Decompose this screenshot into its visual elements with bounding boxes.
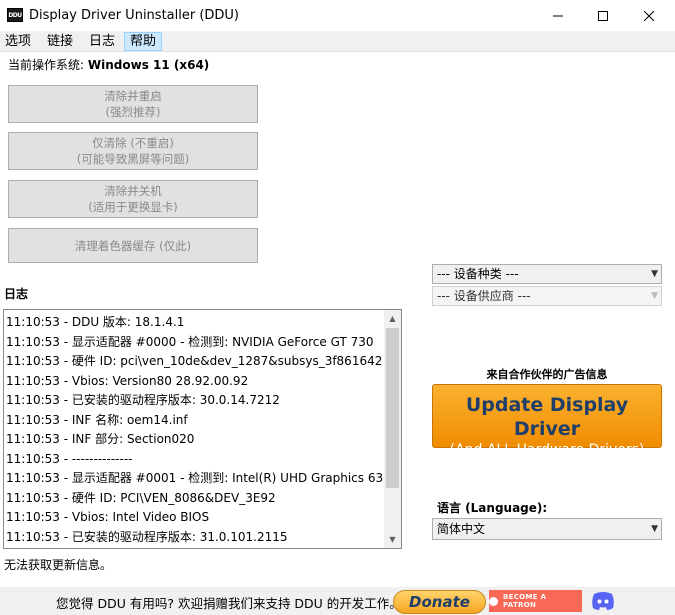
log-line: 11:10:53 - 已安装的驱动程序版本: 31.0.101.2115 bbox=[6, 529, 288, 544]
log-lines: 11:10:53 - DDU 版本: 18.1.4.1 11:10:53 - 显… bbox=[6, 313, 391, 547]
log-line: 11:10:53 - 硬件 ID: PCI\VEN_8086&DEV_3E92 bbox=[6, 490, 276, 505]
ad-label: 来自合作伙伴的广告信息 bbox=[486, 368, 608, 381]
patreon-icon bbox=[489, 596, 498, 606]
log-listbox[interactable]: 11:10:53 - DDU 版本: 18.1.4.1 11:10:53 - 显… bbox=[3, 309, 402, 549]
status-text: 无法获取更新信息。 bbox=[4, 558, 113, 572]
ad-sub-text: (And ALL Hardware Drivers) bbox=[449, 442, 645, 458]
log-line: 11:10:53 - 显示适配器 #0000 - 检测到: NVIDIA GeF… bbox=[6, 334, 374, 349]
device-type-value: --- 设备种类 --- bbox=[437, 267, 519, 281]
close-icon bbox=[644, 10, 654, 21]
chevron-down-icon: ▼ bbox=[651, 269, 658, 279]
footer-bar: 您觉得 DDU 有用吗? 欢迎捐赠我们来支持 DDU 的开发工作。 Donate… bbox=[0, 587, 675, 615]
ddu-app-icon: DDU bbox=[7, 8, 23, 22]
log-line: 11:10:53 - 已安装的驱动程序版本: 30.0.14.7212 bbox=[6, 393, 280, 407]
log-line: 11:10:53 - INF 部分: Section020 bbox=[6, 432, 195, 446]
become-patron-button[interactable]: BECOME A PATRON bbox=[489, 590, 582, 612]
donate-message: 您觉得 DDU 有用吗? 欢迎捐赠我们来支持 DDU 的开发工作。 bbox=[56, 596, 402, 611]
chevron-down-icon: ▼ bbox=[651, 524, 658, 534]
donate-button[interactable]: Donate bbox=[393, 590, 486, 614]
maximize-icon bbox=[598, 10, 608, 21]
menu-log[interactable]: 日志 bbox=[84, 32, 120, 51]
scroll-down-icon[interactable]: ▼ bbox=[384, 531, 401, 548]
scroll-thumb[interactable] bbox=[386, 328, 399, 488]
log-scrollbar[interactable]: ▲ ▼ bbox=[384, 310, 401, 548]
menu-options[interactable]: 选项 bbox=[0, 32, 36, 51]
language-value: 简体中文 bbox=[437, 522, 486, 536]
title-bar: DDU Display Driver Uninstaller (DDU) bbox=[0, 0, 675, 31]
button-label: 清除并重启 bbox=[104, 89, 162, 103]
scroll-up-icon[interactable]: ▲ bbox=[384, 310, 401, 327]
window-title: Display Driver Uninstaller (DDU) bbox=[29, 8, 240, 23]
discord-icon[interactable] bbox=[590, 589, 616, 613]
patron-label: BECOME A PATRON bbox=[502, 593, 547, 609]
clean-shader-cache-button[interactable]: 清理着色器缓存 (仅此) bbox=[8, 228, 258, 263]
maximize-button[interactable] bbox=[580, 0, 626, 31]
menu-links[interactable]: 链接 bbox=[42, 32, 78, 51]
button-sublabel: (适用于更换显卡) bbox=[88, 200, 178, 214]
button-sublabel: (可能导致黑屏等问题) bbox=[76, 152, 190, 166]
ad-main-text: Update Display Driver bbox=[465, 394, 629, 440]
minimize-icon bbox=[553, 15, 563, 16]
chevron-down-icon: ▼ bbox=[651, 291, 658, 301]
device-type-select[interactable]: --- 设备种类 --- ▼ bbox=[432, 264, 662, 284]
device-vendor-value: --- 设备供应商 --- bbox=[437, 289, 531, 303]
button-label: 仅清除 (不重启) bbox=[92, 136, 174, 150]
button-label: 清理着色器缓存 (仅此) bbox=[74, 238, 192, 253]
clean-no-restart-button[interactable]: 仅清除 (不重启) (可能导致黑屏等问题) bbox=[8, 132, 258, 170]
clean-and-shutdown-button[interactable]: 清除并关机 (适用于更换显卡) bbox=[8, 180, 258, 218]
os-info: 当前操作系统: Windows 11 (x64) bbox=[8, 56, 209, 73]
language-select[interactable]: 简体中文 ▼ bbox=[432, 518, 662, 540]
clean-and-restart-button[interactable]: 清除并重启 (强烈推荐) bbox=[8, 85, 258, 123]
close-button[interactable] bbox=[626, 0, 672, 31]
os-value: Windows 11 (x64) bbox=[87, 58, 210, 72]
button-sublabel: (强烈推荐) bbox=[105, 105, 161, 119]
minimize-button[interactable] bbox=[535, 0, 581, 31]
language-label: 语言 (Language): bbox=[437, 501, 548, 515]
log-title: 日志 bbox=[4, 287, 29, 301]
menu-help[interactable]: 帮助 bbox=[124, 32, 163, 51]
log-line: 11:10:53 - Vbios: Intel Video BIOS bbox=[6, 510, 210, 524]
log-line: 11:10:53 - -------------- bbox=[6, 451, 133, 466]
os-label: 当前操作系统: bbox=[8, 58, 85, 72]
log-line: 11:10:53 - 显示适配器 #0001 - 检测到: Intel(R) U… bbox=[6, 471, 391, 485]
device-vendor-select: --- 设备供应商 --- ▼ bbox=[432, 286, 662, 306]
log-line: 11:10:53 - Vbios: Version80 28.92.00.92 bbox=[6, 373, 249, 388]
menu-bar: 选项 链接 日志 帮助 bbox=[0, 31, 675, 52]
button-label: 清除并关机 bbox=[104, 184, 162, 198]
log-line: 11:10:53 - DDU 版本: 18.1.4.1 bbox=[6, 315, 185, 329]
log-line: 11:10:53 - 硬件 ID: pci\ven_10de&dev_1287&… bbox=[6, 354, 383, 368]
ad-banner[interactable]: Update Display Driver (And ALL Hardware … bbox=[432, 384, 662, 458]
log-line: 11:10:53 - INF 名称: oem14.inf bbox=[6, 412, 188, 427]
